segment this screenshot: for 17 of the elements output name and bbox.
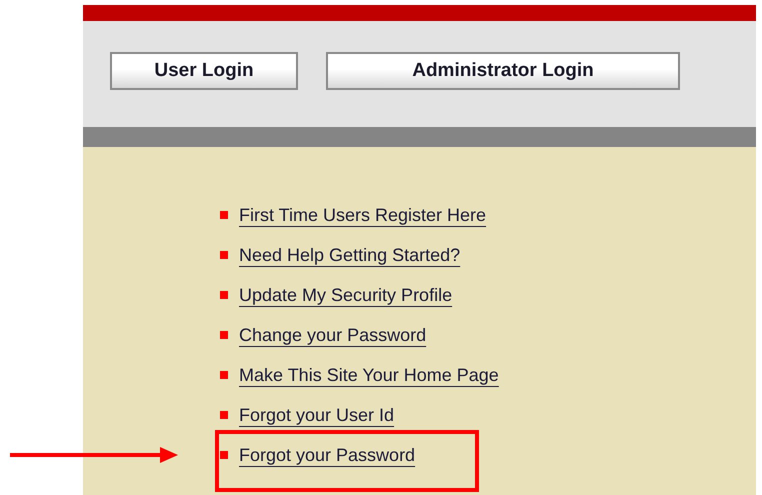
bullet-icon <box>220 371 228 379</box>
link[interactable]: Update My Security Profile <box>239 284 452 306</box>
bullet-icon <box>220 411 228 419</box>
login-button[interactable]: Administrator Login <box>326 52 680 90</box>
link[interactable]: First Time Users Register Here <box>239 204 486 226</box>
bullet-icon <box>220 331 228 339</box>
link[interactable]: Forgot your Password <box>239 444 416 466</box>
login-button[interactable]: User Login <box>110 52 298 90</box>
link[interactable]: Make This Site Your Home Page <box>239 364 499 386</box>
arrow-icon <box>10 447 178 463</box>
link[interactable]: Need Help Getting Started? <box>239 244 460 266</box>
bullet-icon <box>220 211 228 219</box>
bullet-icon <box>220 291 228 299</box>
bullet-icon <box>220 451 228 459</box>
bullet-icon <box>220 251 228 259</box>
link[interactable]: Change your Password <box>239 324 426 346</box>
link[interactable]: Forgot your User Id <box>239 404 394 426</box>
